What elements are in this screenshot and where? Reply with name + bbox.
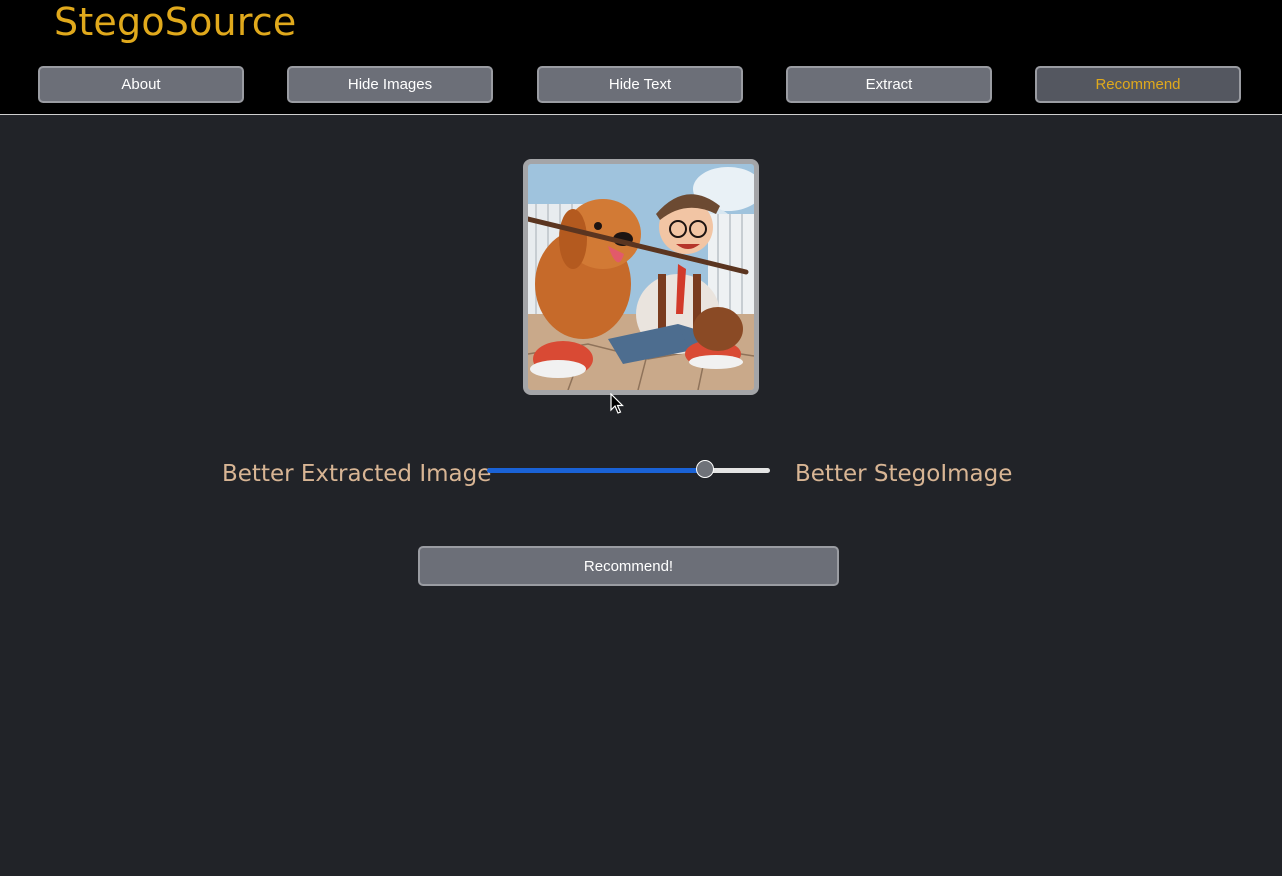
slider-left-label: Better Extracted Image (222, 461, 492, 487)
main-nav: About Hide Images Hide Text Extract Reco… (0, 66, 1282, 106)
brand-title[interactable]: StegoSource (54, 0, 296, 44)
main-content: Better Extracted Image Better StegoImage… (0, 115, 1282, 876)
nav-about-button[interactable]: About (38, 66, 244, 103)
app-header: StegoSource About Hide Images Hide Text … (0, 0, 1282, 115)
slider-fill (487, 468, 705, 473)
tradeoff-slider[interactable] (487, 460, 770, 478)
slider-right-label: Better StegoImage (795, 461, 1013, 487)
tradeoff-slider-row: Better Extracted Image Better StegoImage (0, 455, 1282, 499)
preview-image (523, 159, 759, 395)
nav-hide-text-button[interactable]: Hide Text (537, 66, 743, 103)
slider-thumb[interactable] (695, 460, 714, 478)
nav-recommend-button[interactable]: Recommend (1035, 66, 1241, 103)
recommend-button[interactable]: Recommend! (418, 546, 839, 586)
nav-hide-images-button[interactable]: Hide Images (287, 66, 493, 103)
preview-illustration (528, 164, 754, 390)
nav-extract-button[interactable]: Extract (786, 66, 992, 103)
mouse-cursor-icon (610, 393, 624, 414)
